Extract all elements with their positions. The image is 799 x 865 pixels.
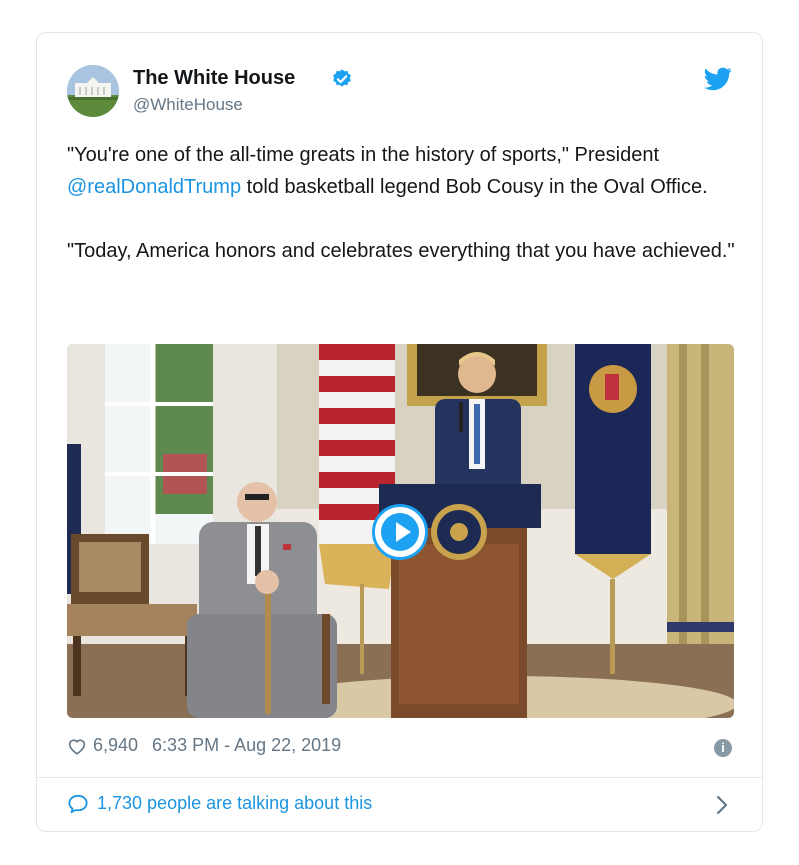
avatar[interactable] [67, 65, 119, 117]
tweet-text-part: told basketball legend Bob Cousy in the … [241, 176, 708, 198]
info-icon[interactable]: i [714, 739, 732, 757]
mention-link[interactable]: @realDonaldTrump [67, 176, 241, 198]
twitter-bird-icon[interactable] [704, 67, 732, 91]
speech-bubble-icon [68, 794, 88, 813]
heart-icon[interactable] [67, 737, 87, 755]
chevron-right-icon[interactable] [716, 795, 728, 815]
tweet-paragraph-2: "Today, America honors and celebrates ev… [67, 240, 735, 262]
tweet-text: "You're one of the all-time greats in th… [67, 139, 737, 267]
timestamp[interactable]: 6:33 PM - Aug 22, 2019 [152, 735, 341, 756]
play-icon [381, 513, 419, 551]
account-name[interactable]: The White House [133, 67, 295, 90]
tweet-text-part: "You're one of the all-time greats in th… [67, 144, 660, 166]
conversation-link[interactable]: 1,730 people are talking about this [67, 793, 372, 814]
video-player[interactable] [67, 344, 734, 718]
verified-badge-icon [333, 69, 351, 87]
conversation-count: 1,730 people are talking about this [97, 793, 373, 813]
divider [37, 777, 762, 778]
tweet-paragraph-1: "You're one of the all-time greats in th… [67, 139, 737, 203]
like-count[interactable]: 6,940 [93, 735, 138, 756]
play-button[interactable] [372, 504, 428, 560]
tweet-card: The White House @WhiteHouse "You're one … [36, 32, 763, 832]
tweet-meta: 6,940 6:33 PM - Aug 22, 2019 [67, 735, 341, 756]
account-handle[interactable]: @WhiteHouse [133, 95, 243, 115]
